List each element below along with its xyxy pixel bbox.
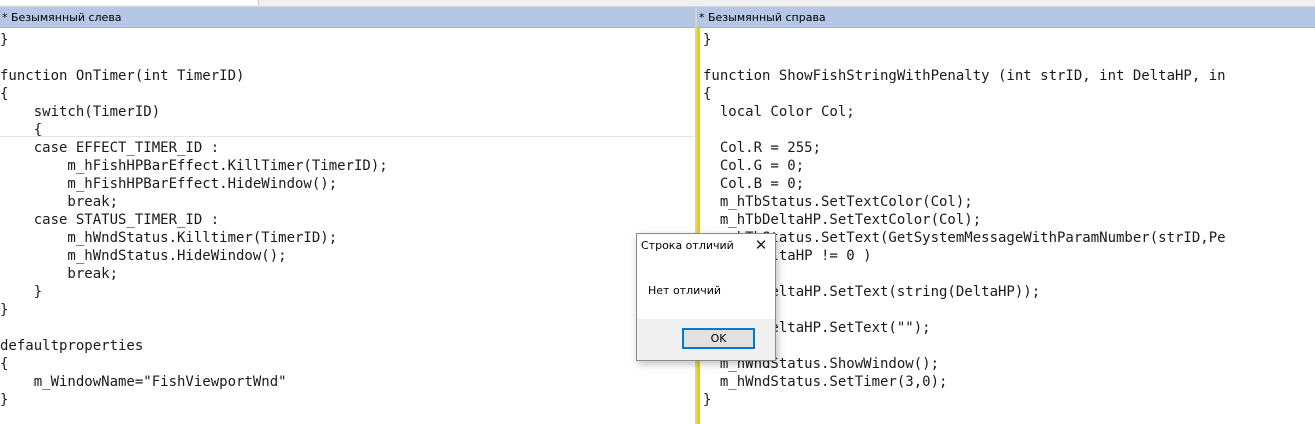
left-code-line: [0, 49, 388, 67]
left-code-line: {: [0, 122, 43, 138]
right-code-line: m_hTbDeltaHP.SetText("");: [703, 320, 931, 336]
right-code-line: else {: [703, 301, 1226, 319]
right-code-line: local Color Col;: [703, 104, 855, 120]
left-code-line: m_hFishHPBarEffect.HideWindow();: [0, 176, 338, 192]
left-code-text[interactable]: } function OnTimer(int TimerID) { switch(T…: [0, 31, 388, 409]
dialog-titlebar: Строка отличий ✕: [637, 234, 775, 258]
right-code-line: m_hTbStatus.SetTextColor(Col);: [703, 194, 973, 210]
right-code-line: [703, 265, 1226, 283]
right-code-line: m_hTbStatus.SetText(GetSystemMessageWith…: [703, 230, 1226, 246]
right-code-line: Col.R = 255;: [703, 140, 822, 156]
dialog-body: Нет отличий: [637, 258, 775, 319]
left-code-line: m_hWndStatus.HideWindow();: [0, 248, 287, 264]
left-code-line: {: [0, 356, 9, 372]
top-tab-strip: [0, 0, 1315, 7]
right-code-line: }: [703, 32, 712, 48]
right-code-line: function ShowFishStringWithPenalty (int …: [703, 68, 1226, 84]
right-code-text[interactable]: } function ShowFishStringWithPenalty (int…: [703, 31, 1226, 409]
left-code-line: }: [0, 302, 9, 318]
left-code-line: case EFFECT_TIMER_ID :: [0, 140, 220, 156]
left-code-line: [0, 319, 388, 337]
right-code-line: m_hTbDeltaHP.SetText(string(DeltaHP));: [703, 284, 1041, 300]
right-code-line: [703, 49, 1226, 67]
left-code-line: m_hFishHPBarEffect.KillTimer(TimerID);: [0, 158, 388, 174]
left-pane-title: * Безымянный слева: [0, 7, 696, 28]
right-code-line: {: [703, 86, 712, 102]
left-code-line: switch(TimerID): [0, 104, 161, 120]
diff-line-dialog: Строка отличий ✕ Нет отличий OK: [636, 233, 776, 361]
ok-button[interactable]: OK: [682, 328, 755, 349]
right-code-line: [703, 121, 1226, 139]
right-editor-pane[interactable]: } function ShowFishStringWithPenalty (int…: [697, 28, 1315, 424]
diff-marker-bar: [697, 28, 700, 424]
right-code-line: if (DeltaHP != 0 ): [703, 248, 872, 264]
right-code-line: m_hWndStatus.ShowWindow();: [703, 356, 940, 372]
left-code-line: break;: [0, 194, 119, 210]
right-code-line: Col.G = 0;: [703, 158, 805, 174]
dialog-title: Строка отличий: [641, 239, 734, 252]
left-code-line: m_WindowName="FishViewportWnd": [0, 374, 287, 390]
right-code-line: Col.B = 0;: [703, 176, 805, 192]
right-code-line: [703, 337, 1226, 355]
right-code-line: m_hTbDeltaHP.SetTextColor(Col);: [703, 212, 982, 228]
right-code-line: }: [703, 392, 712, 408]
left-code-line: defaultproperties: [0, 338, 144, 354]
left-code-line: }: [0, 32, 9, 48]
close-icon[interactable]: ✕: [753, 237, 769, 253]
dialog-message: Нет отличий: [648, 284, 722, 297]
left-editor-pane[interactable]: } function OnTimer(int TimerID) { switch(T…: [0, 28, 694, 424]
right-code-line: m_hWndStatus.SetTimer(3,0);: [703, 374, 948, 390]
left-code-line: break;: [0, 266, 119, 282]
tab-stub[interactable]: [0, 0, 259, 5]
left-code-line: m_hWndStatus.Killtimer(TimerID);: [0, 230, 338, 246]
left-code-line: function OnTimer(int TimerID): [0, 68, 245, 84]
right-pane-title: * Безымянный справа: [697, 7, 1315, 28]
diff-compare-window: * Безымянный слева * Безымянный справа }…: [0, 0, 1315, 424]
left-code-line: }: [0, 392, 9, 408]
left-code-line: }: [0, 284, 43, 300]
left-code-line: {: [0, 86, 9, 102]
left-code-line: case STATUS_TIMER_ID :: [0, 212, 220, 228]
